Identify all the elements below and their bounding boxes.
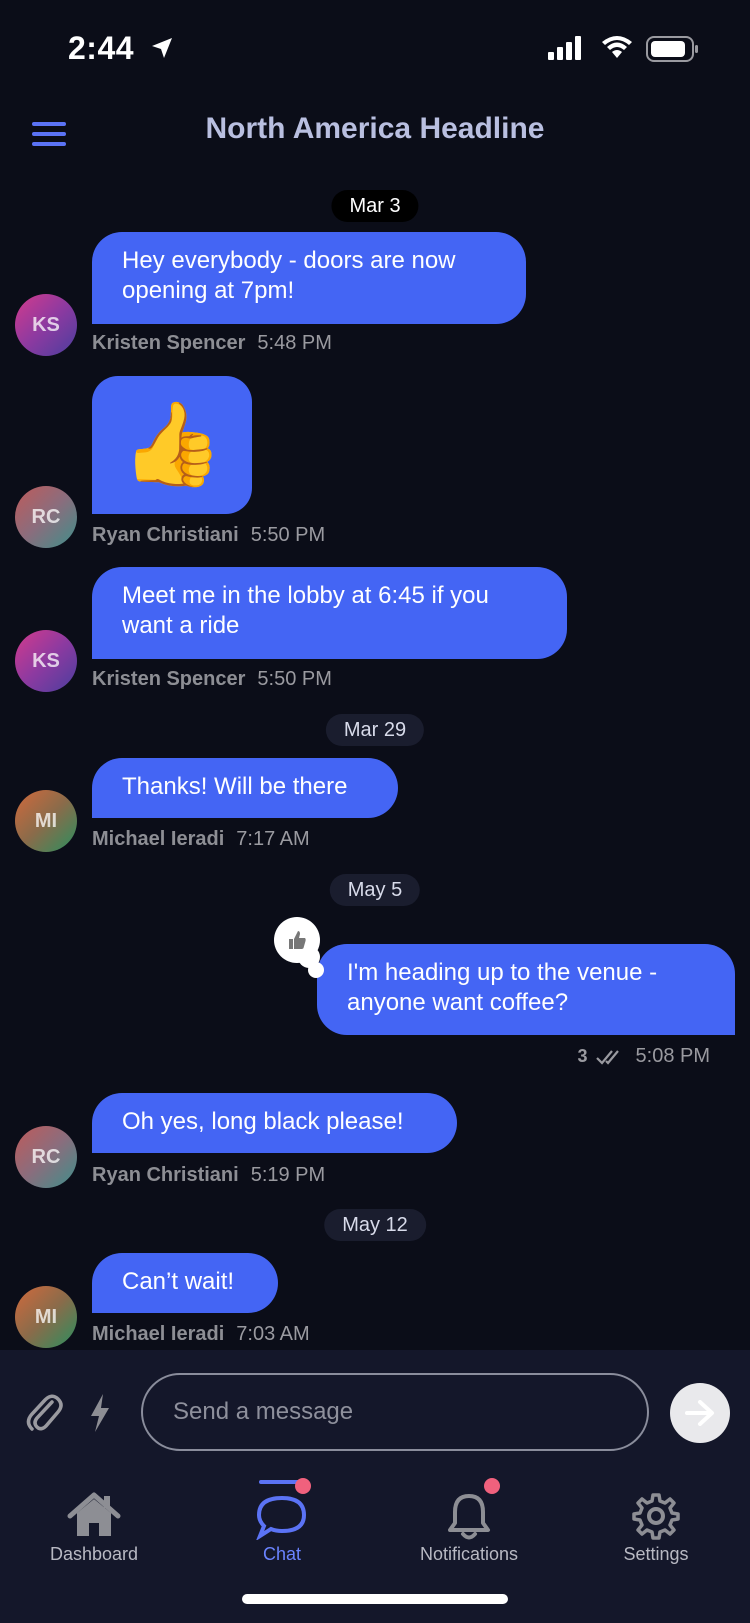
message-meta: Michael Ieradi 7:03 AM	[92, 1323, 310, 1346]
bell-icon	[448, 1494, 490, 1540]
wifi-icon	[602, 36, 632, 58]
thumbs-up-icon[interactable]	[274, 917, 320, 963]
message-bubble[interactable]: Meet me in the lobby at 6:45 if you want…	[92, 567, 567, 659]
send-button[interactable]	[670, 1383, 730, 1443]
double-check-icon	[595, 1049, 619, 1065]
tab-label: Dashboard	[49, 1544, 139, 1564]
message-bubble[interactable]: Can’t wait!	[92, 1253, 278, 1313]
message-bubble[interactable]: Thanks! Will be there	[92, 758, 398, 818]
message-meta: Kristen Spencer 5:50 PM	[92, 668, 332, 691]
message-bubble[interactable]: Hey everybody - doors are now opening at…	[92, 232, 526, 324]
page-title: North America Headline	[205, 112, 545, 145]
gear-icon	[632, 1493, 680, 1540]
status-bar: 2:44	[0, 0, 750, 100]
message-time: 5:19 PM	[250, 1164, 326, 1186]
thumbs-up-emoji: 👍	[120, 399, 224, 490]
avatar[interactable]: MI	[15, 1286, 77, 1348]
message-input[interactable]	[141, 1373, 649, 1451]
message-meta: Kristen Spencer 5:48 PM	[92, 332, 332, 355]
lightning-bolt-icon[interactable]	[88, 1394, 112, 1432]
battery-icon	[646, 36, 698, 62]
message-time: 5:48 PM	[257, 332, 332, 354]
message-time: 5:50 PM	[257, 668, 332, 690]
avatar[interactable]: MI	[15, 790, 77, 852]
message-time: 7:03 AM	[236, 1323, 310, 1345]
date-divider: May 5	[329, 874, 421, 906]
avatar[interactable]: RC	[15, 1126, 77, 1188]
sender-name[interactable]: Kristen Spencer	[92, 668, 245, 690]
arrow-right-icon	[685, 1400, 714, 1426]
read-count: 3	[577, 1046, 588, 1066]
date-divider: Mar 3	[331, 190, 419, 222]
read-receipt: 3 5:08 PM	[578, 1045, 711, 1068]
message-meta: Ryan Christiani 5:50 PM	[92, 524, 325, 547]
tab-chat[interactable]: Chat	[188, 1478, 376, 1590]
tab-label: Chat	[262, 1544, 302, 1564]
sender-name[interactable]: Ryan Christiani	[92, 524, 239, 546]
message-time: 5:50 PM	[250, 524, 326, 546]
tab-label: Notifications	[419, 1544, 519, 1564]
sender-name[interactable]: Michael Ieradi	[92, 828, 224, 850]
signal-icon	[548, 36, 581, 60]
date-divider: Mar 29	[325, 714, 425, 746]
emoji-message-bubble[interactable]: 👍	[92, 376, 252, 514]
avatar[interactable]: KS	[15, 294, 77, 356]
chat-bubble-icon	[256, 1495, 307, 1540]
message-meta: Ryan Christiani 5:19 PM	[92, 1164, 325, 1187]
avatar[interactable]: KS	[15, 630, 77, 692]
notification-badge	[484, 1478, 500, 1494]
message-time: 5:08 PM	[635, 1045, 710, 1067]
sender-name[interactable]: Michael Ieradi	[92, 1323, 224, 1345]
avatar[interactable]: RC	[15, 486, 77, 548]
outgoing-message-bubble[interactable]: I'm heading up to the venue - anyone wan…	[317, 944, 735, 1035]
notification-badge	[295, 1478, 311, 1494]
home-icon	[67, 1492, 121, 1536]
sender-name[interactable]: Kristen Spencer	[92, 332, 245, 354]
tab-settings[interactable]: Settings	[562, 1480, 750, 1590]
home-indicator	[242, 1594, 508, 1604]
date-divider: May 12	[324, 1209, 426, 1241]
tab-notifications[interactable]: Notifications	[375, 1478, 563, 1590]
tab-label: Settings	[623, 1544, 689, 1564]
tab-dashboard[interactable]: Dashboard	[0, 1480, 188, 1590]
message-meta: Michael Ieradi 7:17 AM	[92, 828, 310, 851]
location-arrow-icon	[152, 38, 172, 58]
sender-name[interactable]: Ryan Christiani	[92, 1164, 239, 1186]
paperclip-icon[interactable]	[24, 1390, 64, 1436]
message-bubble[interactable]: Oh yes, long black please!	[92, 1093, 457, 1153]
message-time: 7:17 AM	[236, 828, 310, 850]
status-time: 2:44	[68, 30, 135, 66]
